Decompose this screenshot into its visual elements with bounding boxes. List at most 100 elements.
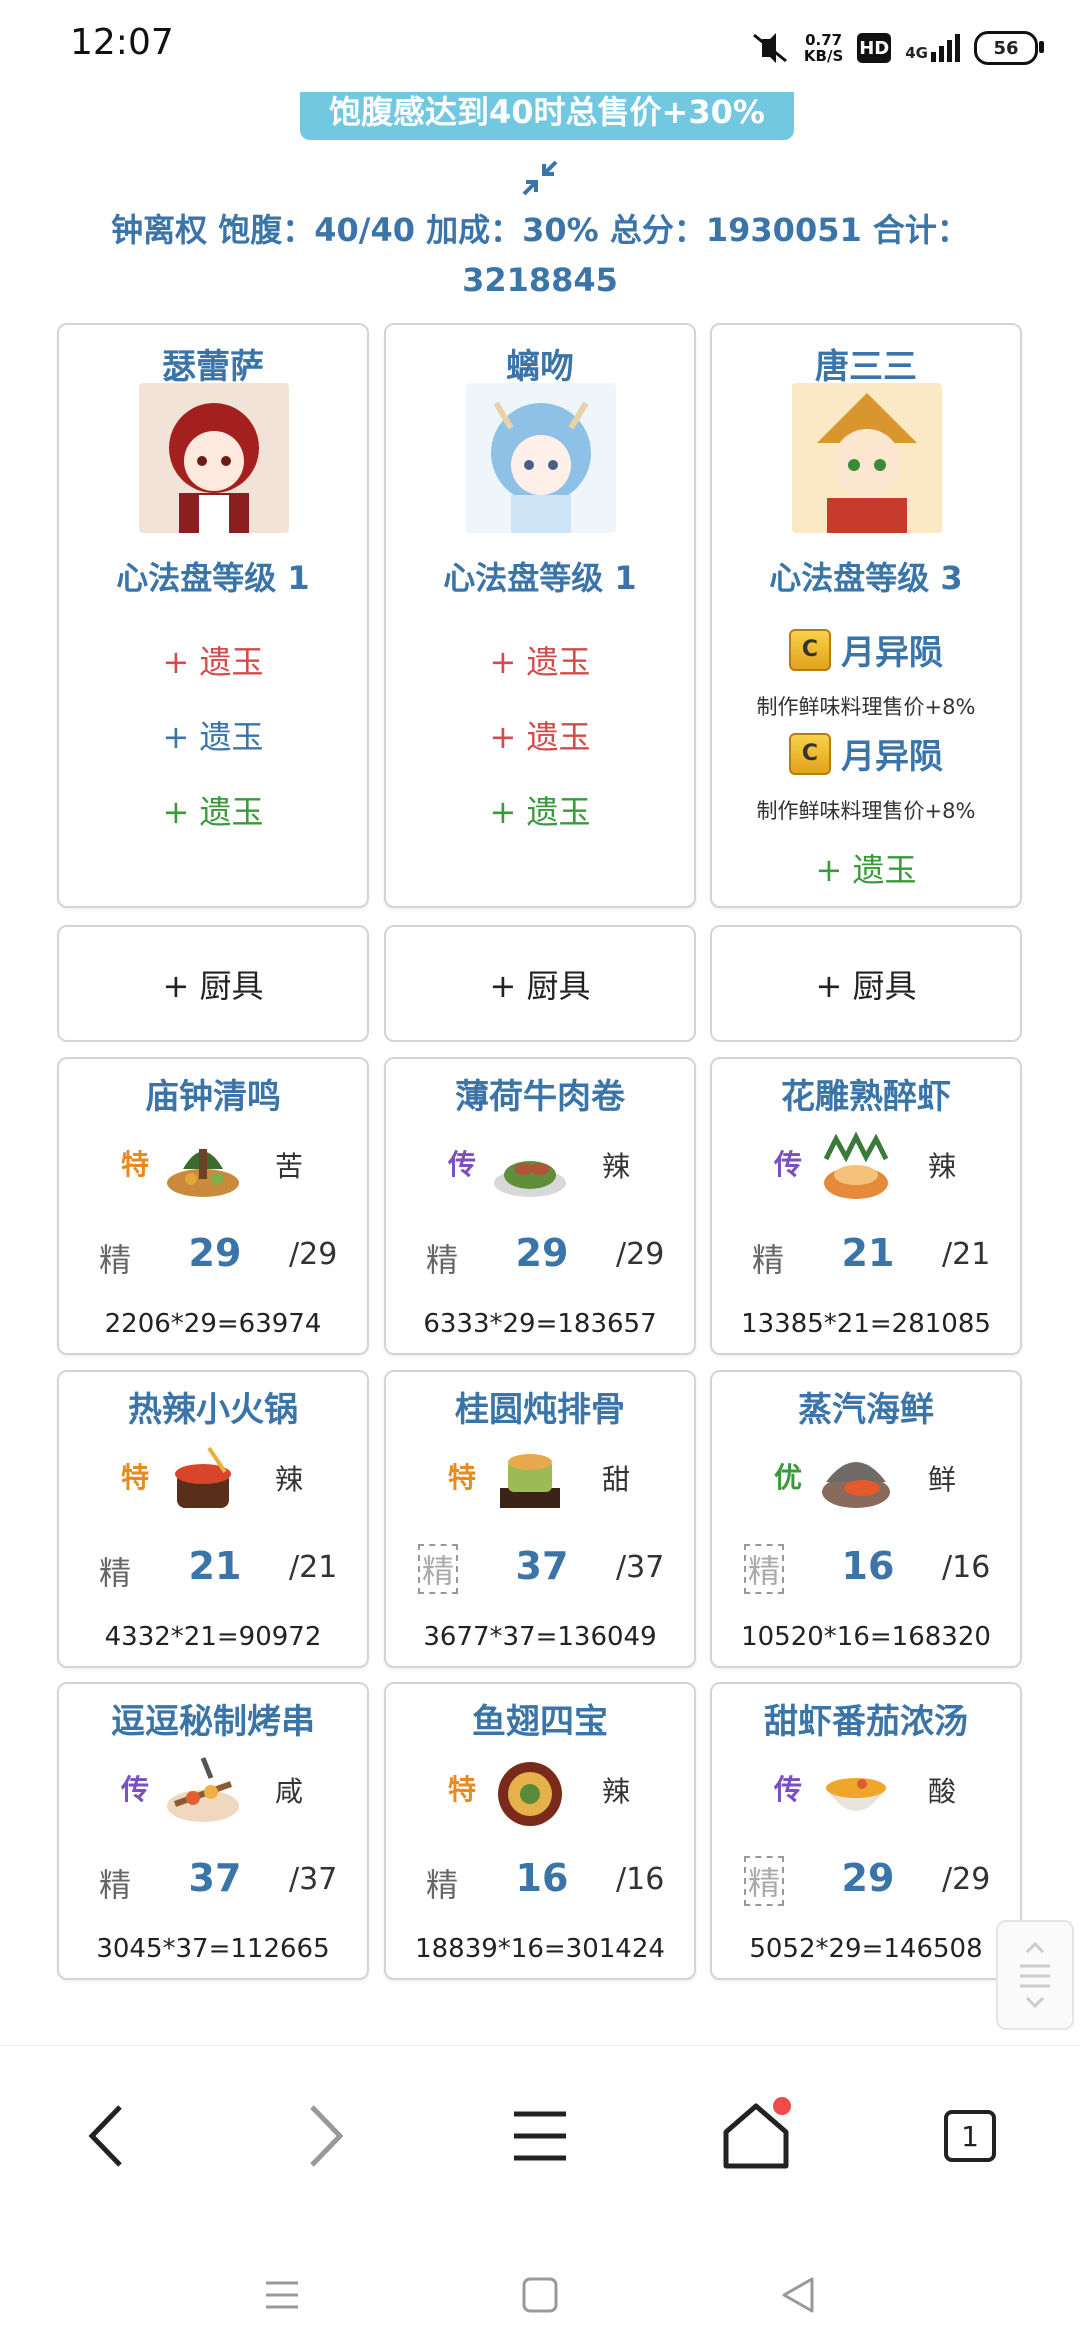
relic-desc: 制作鲜味料理售价+8% <box>756 799 976 823</box>
dish-card[interactable]: 桂圆炖排骨 特 甜 精 37 /37 3677*37=136049 <box>384 1370 696 1668</box>
dish-flavor: 甜 <box>602 1463 631 1496</box>
system-back-button[interactable] <box>768 2265 828 2325</box>
menu-button[interactable] <box>490 2086 590 2186</box>
dish-max: /37 <box>289 1862 338 1897</box>
recent-apps-button[interactable] <box>252 2265 312 2325</box>
dish-card[interactable]: 薄荷牛肉卷 传 辣 精 29 /29 6333*29=183657 <box>384 1057 696 1355</box>
dish-image <box>167 1149 239 1197</box>
network-type: 4G <box>905 44 928 62</box>
dish-card[interactable]: 蒸汽海鲜 优 鲜 精 16 /16 10520*16=168320 <box>710 1370 1022 1668</box>
dish-image <box>175 1446 231 1508</box>
dish-grade: 特 <box>121 1461 150 1494</box>
speed-unit: KB/S <box>803 47 844 65</box>
dish-image <box>822 1462 890 1508</box>
speed-value: 0.77 <box>805 31 843 49</box>
dish-card[interactable]: 庙钟清鸣 特 苦 精 29 /29 2206*29=63974 <box>57 1057 369 1355</box>
dish-image <box>500 1454 560 1508</box>
add-jade-button[interactable]: + 遗玉 <box>59 787 367 833</box>
relic-name: 月异陨 <box>841 633 943 673</box>
relic-item[interactable]: C 月异陨 <box>712 625 1020 674</box>
dish-flavor: 鲜 <box>928 1463 957 1496</box>
dish-name: 甜虾番茄浓汤 <box>764 1702 968 1742</box>
dish-card[interactable]: 甜虾番茄浓汤 传 酸 精 29 /29 5052*29=146508 <box>710 1682 1022 1980</box>
hd-badge: HD <box>857 33 892 63</box>
dish-image <box>498 1762 562 1826</box>
xinfa-level: 心法盘等级 3 <box>769 559 963 597</box>
dish-max: /21 <box>942 1237 991 1272</box>
dish-name: 庙钟清鸣 <box>145 1077 281 1117</box>
relic-item[interactable]: C 月异陨 <box>712 729 1020 778</box>
dish-formula: 4332*21=90972 <box>104 1622 322 1652</box>
dish-name: 蒸汽海鲜 <box>798 1390 934 1430</box>
dish-max: /16 <box>942 1550 991 1585</box>
score-summary: 钟离权 饱腹：40/40 加成：30% 总分：1930051 合计： 32188… <box>60 205 1020 305</box>
dish-flavor: 酸 <box>928 1775 957 1808</box>
dish-card[interactable]: 鱼翅四宝 特 辣 精 16 /16 18839*16=301424 <box>384 1682 696 1980</box>
dish-formula: 18839*16=301424 <box>415 1934 665 1964</box>
add-jade-button[interactable]: + 遗玉 <box>59 712 367 758</box>
dish-formula: 2206*29=63974 <box>104 1309 322 1339</box>
character-card: 螭吻 心法盘等级 1 + 遗玉 + 遗玉 + 遗玉 <box>384 323 696 908</box>
add-utensil-button[interactable]: + 厨具 <box>384 925 696 1042</box>
mute-vibrate-icon <box>752 33 787 63</box>
scroll-handle-icon <box>1020 1941 1050 2009</box>
character-card: 唐三三 心法盘等级 3 C 月异陨 制作鲜味料理售价+8% C 月异陨 制作鲜味… <box>710 323 1022 908</box>
character-name: 唐三三 <box>815 347 917 387</box>
dish-grade: 传 <box>121 1773 150 1806</box>
dish-formula: 3677*37=136049 <box>423 1622 657 1652</box>
dish-image <box>823 1131 889 1199</box>
relic-icon: C <box>789 628 831 671</box>
dish-flavor: 咸 <box>275 1775 304 1808</box>
dish-grade: 特 <box>121 1148 150 1181</box>
system-home-button[interactable] <box>510 2265 570 2325</box>
relic-icon: C <box>789 732 831 775</box>
dish-name: 鱼翅四宝 <box>472 1702 608 1742</box>
dish-card[interactable]: 热辣小火锅 特 辣 精 21 /21 4332*21=90972 <box>57 1370 369 1668</box>
add-jade-button[interactable]: + 遗玉 <box>386 712 694 758</box>
dish-grade: 优 <box>774 1461 803 1494</box>
dish-flavor: 辣 <box>928 1150 957 1183</box>
add-utensil-button[interactable]: + 厨具 <box>57 925 369 1042</box>
dish-grade: 特 <box>448 1773 477 1806</box>
dish-name: 桂圆炖排骨 <box>455 1390 625 1430</box>
dish-card[interactable]: 花雕熟醉虾 传 辣 精 21 /21 13385*21=281085 <box>710 1057 1022 1355</box>
dish-name: 热辣小火锅 <box>128 1390 298 1430</box>
add-jade-button[interactable]: + 遗玉 <box>386 637 694 683</box>
chevron-right-icon <box>310 2105 344 2167</box>
xinfa-level: 心法盘等级 1 <box>116 559 310 597</box>
tabs-button[interactable]: 1 <box>920 2086 1020 2186</box>
dish-grade: 传 <box>774 1148 803 1181</box>
dish-max: /29 <box>616 1237 665 1272</box>
character-avatar[interactable] <box>792 383 942 533</box>
add-utensil-button[interactable]: + 厨具 <box>710 925 1022 1042</box>
square-icon <box>522 2277 558 2313</box>
dish-formula: 10520*16=168320 <box>741 1622 991 1652</box>
collapse-icon[interactable] <box>522 160 558 196</box>
character-avatar[interactable] <box>139 383 289 533</box>
forward-button[interactable] <box>275 2086 375 2186</box>
back-button[interactable] <box>57 2086 157 2186</box>
character-name: 瑟蕾萨 <box>162 347 264 387</box>
dish-max: /21 <box>289 1550 338 1585</box>
dish-flavor: 辣 <box>275 1463 304 1496</box>
scroll-handle[interactable] <box>996 1920 1074 2030</box>
recents-icon <box>266 2281 298 2309</box>
home-button[interactable] <box>706 2086 806 2186</box>
dish-image <box>167 1757 239 1822</box>
tab-count: 1 <box>944 2110 996 2162</box>
add-jade-button[interactable]: + 遗玉 <box>59 637 367 683</box>
dish-flavor: 辣 <box>602 1150 631 1183</box>
dish-max: /29 <box>289 1237 338 1272</box>
status-time: 12:07 <box>70 22 174 63</box>
character-avatar[interactable] <box>466 383 616 533</box>
dish-grade: 特 <box>448 1461 477 1494</box>
dish-image <box>826 1778 886 1811</box>
relic-desc: 制作鲜味料理售价+8% <box>756 695 976 719</box>
add-jade-button[interactable]: + 遗玉 <box>386 787 694 833</box>
dish-card[interactable]: 逗逗秘制烤串 传 咸 精 37 /37 3045*37=112665 <box>57 1682 369 1980</box>
add-jade-button[interactable]: + 遗玉 <box>712 845 1020 891</box>
dish-grade: 传 <box>774 1773 803 1806</box>
network-speed: 0.77 KB/S <box>804 32 843 64</box>
dish-max: /16 <box>616 1862 665 1897</box>
satiety-banner: 饱腹感达到40时总售价+30% <box>300 92 794 140</box>
